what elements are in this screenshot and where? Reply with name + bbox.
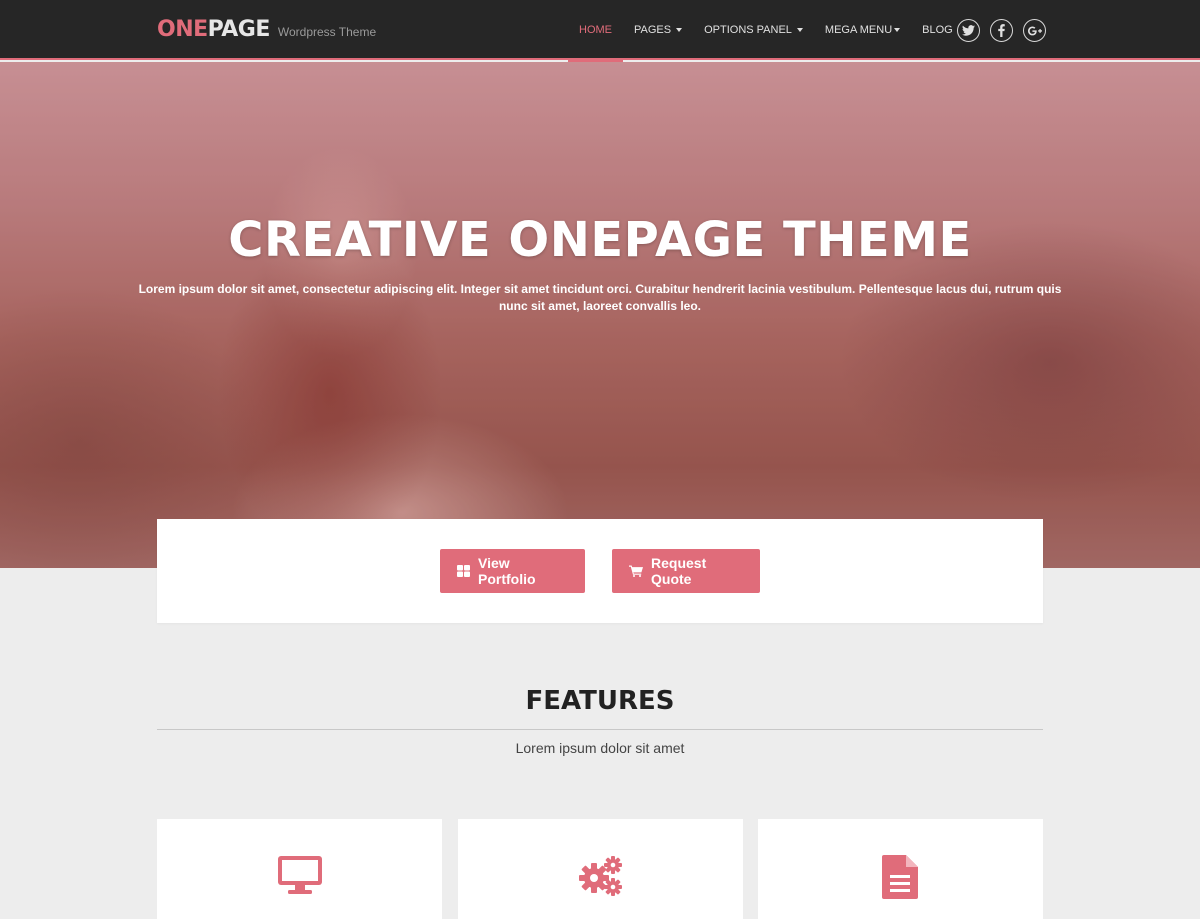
logo-text-primary: ONE <box>157 17 208 42</box>
logo-text-secondary: PAGE <box>207 17 271 42</box>
main-nav: HOME PAGES OPTIONS PANEL MEGA MENU BLOG <box>568 0 964 62</box>
caret-down-icon <box>676 28 683 32</box>
top-navbar: ONE PAGE Wordpress Theme HOME PAGES OPTI… <box>0 0 1200 62</box>
hero-background-image <box>0 62 1200 568</box>
nav-item-label: HOME <box>579 24 612 36</box>
feature-card <box>758 819 1043 919</box>
nav-item-home[interactable]: HOME <box>568 0 623 62</box>
google-plus-icon[interactable] <box>1023 19 1046 42</box>
hero-section: CREATIVE ONEPAGE THEME Lorem ipsum dolor… <box>0 62 1200 568</box>
cart-icon <box>629 565 643 577</box>
nav-item-label: BLOG <box>922 24 953 36</box>
nav-item-mega-menu[interactable]: MEGA MENU <box>814 0 911 60</box>
nav-item-label: PAGES <box>634 24 672 36</box>
nav-item-blog[interactable]: BLOG <box>911 0 964 60</box>
grid-icon <box>457 565 470 577</box>
view-portfolio-label: View Portfolio <box>478 555 536 587</box>
social-links <box>957 19 1046 42</box>
feature-card <box>157 819 442 919</box>
caret-down-icon <box>796 28 803 32</box>
gears-icon <box>578 855 624 919</box>
features-divider <box>157 729 1043 730</box>
nav-item-label: MEGA MENU <box>824 24 893 36</box>
site-logo[interactable]: ONE PAGE Wordpress Theme <box>157 17 376 42</box>
facebook-icon[interactable] <box>990 19 1013 42</box>
hero-title: CREATIVE ONEPAGE THEME <box>228 212 972 268</box>
monitor-icon <box>277 855 323 919</box>
feature-card <box>458 819 743 919</box>
nav-item-options-panel[interactable]: OPTIONS PANEL <box>693 0 814 60</box>
view-portfolio-button[interactable]: View Portfolio <box>440 549 585 593</box>
features-subtitle: Lorem ipsum dolor sit amet <box>515 740 685 756</box>
site-tagline: Wordpress Theme <box>277 25 377 39</box>
hero-description: Lorem ipsum dolor sit amet, consectetur … <box>138 282 1062 313</box>
request-quote-button[interactable]: Request Quote <box>612 549 760 593</box>
nav-item-pages[interactable]: PAGES <box>623 0 693 60</box>
nav-item-label: OPTIONS PANEL <box>704 24 792 36</box>
features-heading: FEATURES <box>525 686 675 716</box>
caret-down-icon <box>894 28 901 32</box>
request-quote-label: Request Quote <box>651 555 707 587</box>
document-icon <box>881 855 920 919</box>
cta-box: View Portfolio Request Quote <box>157 519 1043 623</box>
twitter-icon[interactable] <box>957 19 980 42</box>
